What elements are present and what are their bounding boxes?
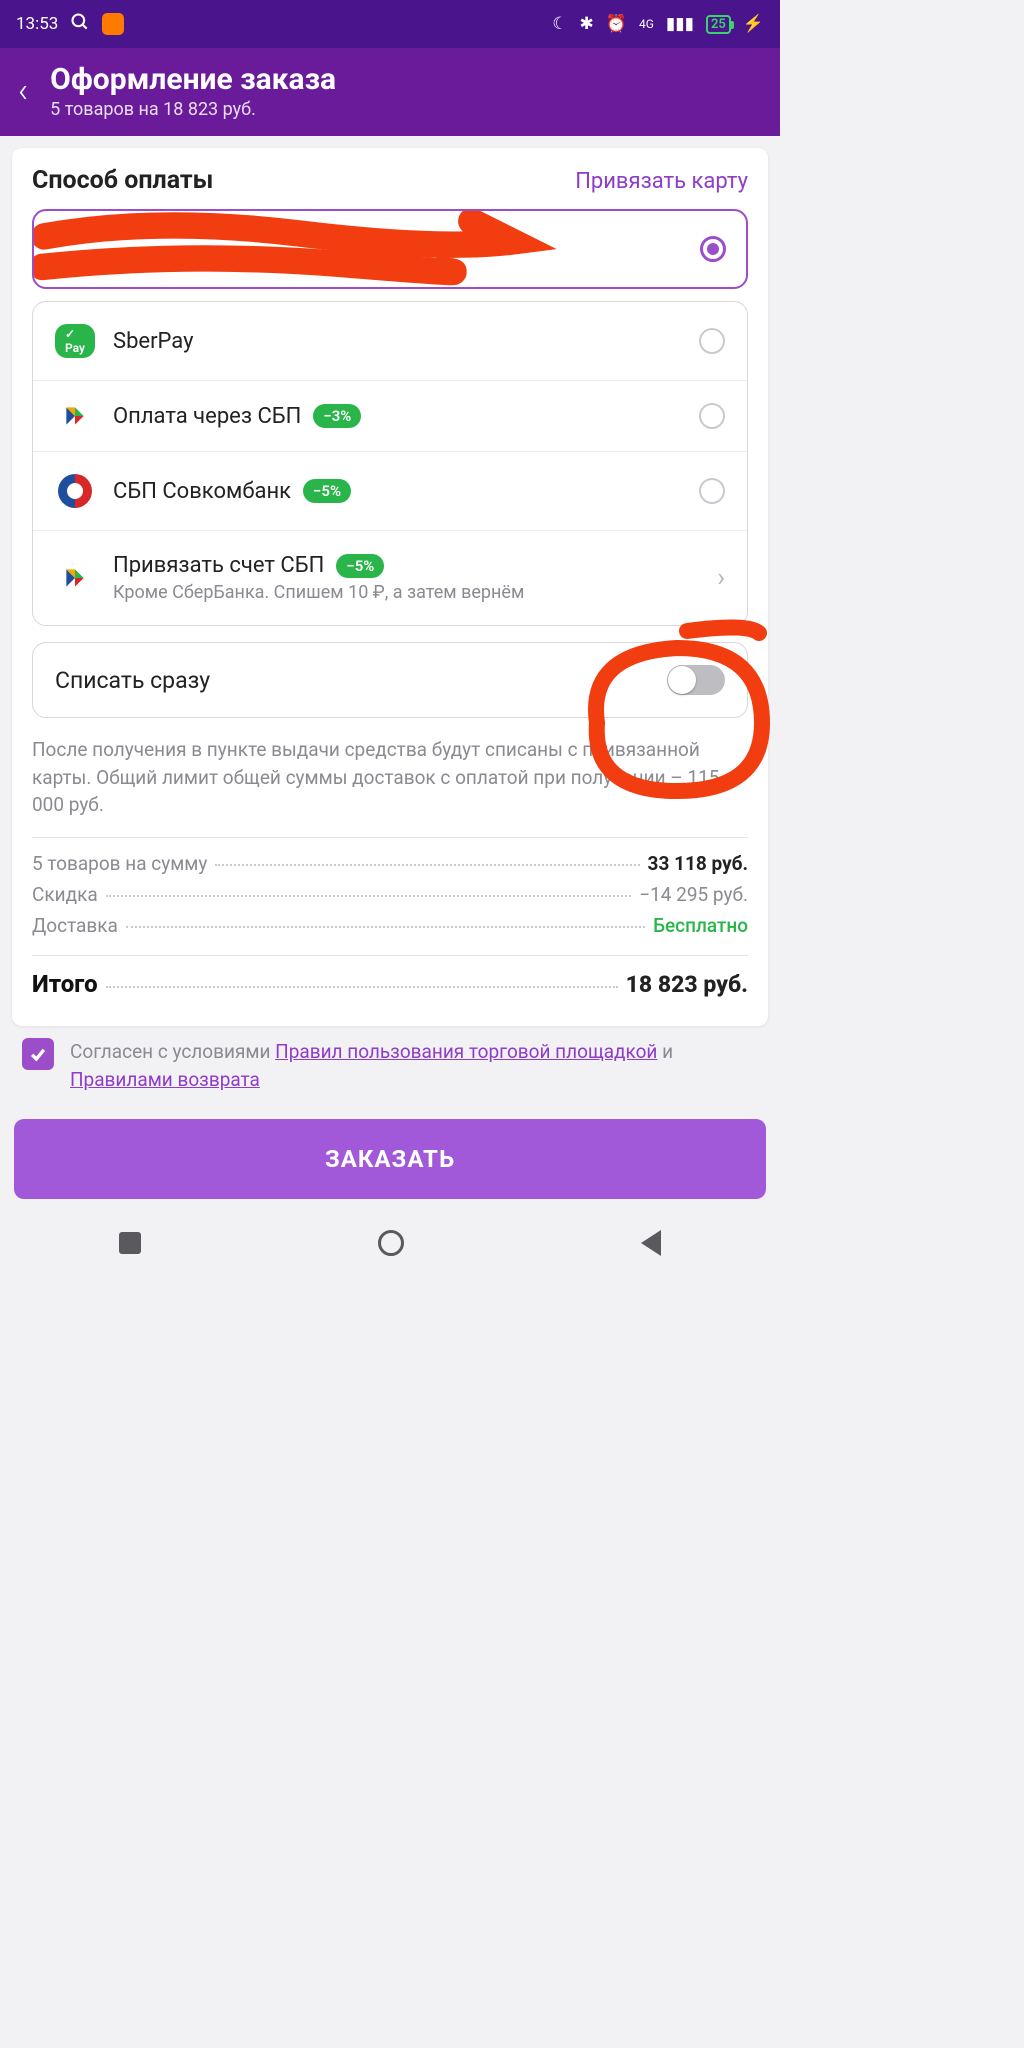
alarm-icon: ⏰ [606,14,627,34]
terms-text: Согласен с условиями Правил пользования … [70,1038,758,1095]
radio-off-icon [699,328,725,354]
charging-icon: ⚡ [743,14,764,34]
network-label: 4G [639,17,654,31]
system-nav-bar [0,1215,780,1271]
summary-total-row: Итого18 823 руб. [32,970,748,998]
payment-card: Способ оплаты Привязать карту ✓ Pay Sber… [12,148,768,1026]
page-title: Оформление заказа [50,62,336,97]
link-card-action[interactable]: Привязать карту [575,169,748,194]
back-button[interactable]: ‹ [18,71,28,111]
sbp-icon [62,403,88,429]
battery-indicator: 25 [706,15,731,34]
chevron-right-icon: › [717,563,725,593]
nav-recents-button[interactable] [119,1232,141,1254]
radio-off-icon [699,403,725,429]
charge-now-toggle[interactable] [667,665,725,695]
charge-now-toggle-row: Списать сразу [32,642,748,718]
nav-back-button[interactable] [641,1230,661,1256]
option-label: Привязать счет СБП [113,553,324,578]
radio-off-icon [699,478,725,504]
payment-options-list: ✓ Pay SberPay Оплата через СБП −3% СБП Со… [32,301,748,626]
dnd-icon: ☾ [552,14,567,34]
summary-delivery-row: ДоставкаБесплатно [32,914,748,937]
summary-discount-row: Скидка−14 295 руб. [32,883,748,906]
option-label: SberPay [113,329,194,354]
payment-option-link-sbp[interactable]: Привязать счет СБП −5% Кроме СберБанка. С… [33,530,747,625]
toggle-label: Списать сразу [55,667,210,694]
info-text: После получения в пункте выдачи средства… [32,736,748,819]
sberpay-icon: ✓ Pay [55,324,95,358]
sovcombank-icon [58,474,92,508]
page-subtitle: 5 товаров на 18 823 руб. [50,99,336,120]
nav-home-button[interactable] [378,1230,404,1256]
bluetooth-icon: ✱ [580,14,594,34]
payment-option-selected[interactable] [32,209,748,289]
status-bar: 13:53 ☾ ✱ ⏰ 4G ▮▮▮ 25 ⚡ [0,0,780,48]
app-icon [102,13,124,35]
discount-badge: −5% [336,554,384,578]
option-label: СБП Совкомбанк [113,479,291,504]
sbp-icon [62,565,88,591]
search-icon [70,12,90,37]
terms-link-rules[interactable]: Правил пользования торговой площадкой [275,1040,657,1063]
redaction-annotation [34,211,746,289]
summary-items-row: 5 товаров на сумму33 118 руб. [32,852,748,875]
payment-option-sbp[interactable]: Оплата через СБП −3% [33,380,747,451]
status-time: 13:53 [16,14,58,34]
signal-icon: ▮▮▮ [666,14,694,34]
terms-agreement-row: Согласен с условиями Правил пользования … [22,1038,758,1095]
app-header: ‹ Оформление заказа 5 товаров на 18 823 … [0,48,780,136]
payment-option-sberpay[interactable]: ✓ Pay SberPay [33,302,747,380]
terms-link-returns[interactable]: Правилами возврата [70,1068,260,1091]
order-button[interactable]: ЗАКАЗАТЬ [14,1119,766,1199]
discount-badge: −3% [313,404,361,428]
option-label: Оплата через СБП [113,404,301,429]
option-sublabel: Кроме СберБанка. Спишем 10 ₽, а затем ве… [113,582,699,603]
radio-selected-icon [700,236,726,262]
section-title: Способ оплаты [32,166,213,195]
payment-option-sovcombank[interactable]: СБП Совкомбанк −5% [33,451,747,530]
terms-checkbox[interactable] [22,1038,54,1070]
discount-badge: −5% [303,479,351,503]
